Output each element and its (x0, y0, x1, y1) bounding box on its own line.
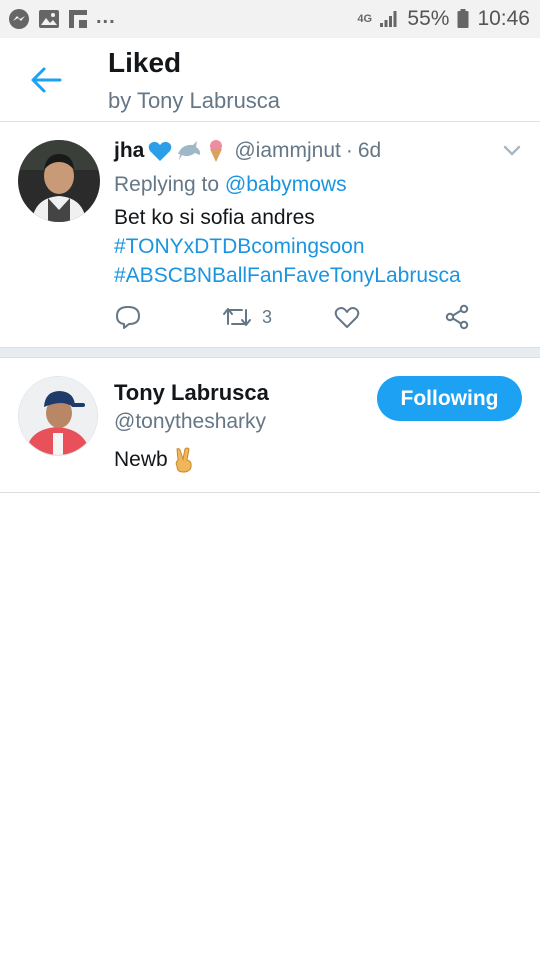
network-type: 4G (357, 13, 373, 25)
back-button[interactable] (24, 58, 68, 102)
section-divider (0, 348, 540, 358)
tweet-author-avatar[interactable] (18, 140, 100, 222)
app-header: Liked by Tony Labrusca (0, 38, 540, 122)
back-arrow-icon (31, 67, 62, 93)
page-title: Liked (108, 47, 182, 78)
tweet-menu-button[interactable] (502, 144, 522, 163)
separator-dot: · (345, 139, 353, 162)
replying-prefix: Replying to (114, 173, 220, 196)
retweet-button[interactable]: 3 (222, 304, 272, 330)
ice-cream-icon (206, 139, 226, 163)
retweet-icon (223, 308, 251, 326)
battery-percent: 55% (407, 7, 450, 30)
hashtag-link[interactable]: #TONYxDTDBcomingsoon (114, 232, 461, 261)
share-button[interactable] (444, 304, 470, 330)
tweet-actions: 3 (0, 304, 540, 334)
user-avatar[interactable] (18, 376, 98, 456)
status-left: ... (8, 5, 116, 30)
user-bio-text: Newb (114, 448, 168, 471)
chevron-down-icon (503, 145, 521, 156)
tweet[interactable]: jha @iammjnut · 6d Replying to @babymows… (0, 122, 540, 348)
dolphin-icon (176, 140, 202, 162)
status-bar: ... 4G 55% 10:46 (0, 0, 540, 38)
more-notifications: ... (96, 5, 116, 28)
user-card[interactable]: Tony Labrusca @tonythesharky Newb Follow… (0, 358, 540, 493)
hashtag-link[interactable]: #ABSCBNBallFanFaveTonyLabrusca (114, 261, 461, 290)
heart-icon (334, 307, 360, 328)
flipboard-icon (68, 9, 88, 29)
page-subtitle: by Tony Labrusca (108, 88, 281, 113)
user-name[interactable]: Tony Labrusca (114, 380, 269, 406)
signal-icon (379, 10, 399, 28)
tweet-body: Bet ko si sofia andres #TONYxDTDBcomings… (114, 203, 461, 290)
tweet-text: Bet ko si sofia andres (114, 206, 315, 229)
user-bio: Newb (114, 447, 196, 473)
battery-icon (457, 9, 469, 29)
messenger-icon (8, 8, 30, 30)
reply-button[interactable] (115, 304, 141, 330)
tweet-author-handle: @iammjnut (234, 139, 341, 162)
retweet-count: 3 (262, 306, 273, 327)
tweet-timestamp: 6d (357, 139, 382, 162)
gallery-icon (38, 9, 60, 29)
replying-to-user-link[interactable]: @babymows (225, 173, 347, 196)
status-right: 4G 55% 10:46 (357, 7, 530, 31)
tweet-author-name[interactable]: jha (114, 139, 144, 163)
share-icon (445, 304, 469, 330)
clock: 10:46 (477, 7, 530, 30)
following-button[interactable]: Following (377, 376, 522, 421)
victory-hand-icon (172, 447, 196, 473)
tweet-header: jha @iammjnut · 6d (114, 139, 381, 163)
user-handle: @tonythesharky (114, 410, 267, 433)
like-button[interactable] (334, 304, 360, 330)
blue-heart-icon (148, 140, 172, 162)
reply-icon (116, 306, 140, 329)
replying-to: Replying to @babymows (114, 173, 347, 197)
